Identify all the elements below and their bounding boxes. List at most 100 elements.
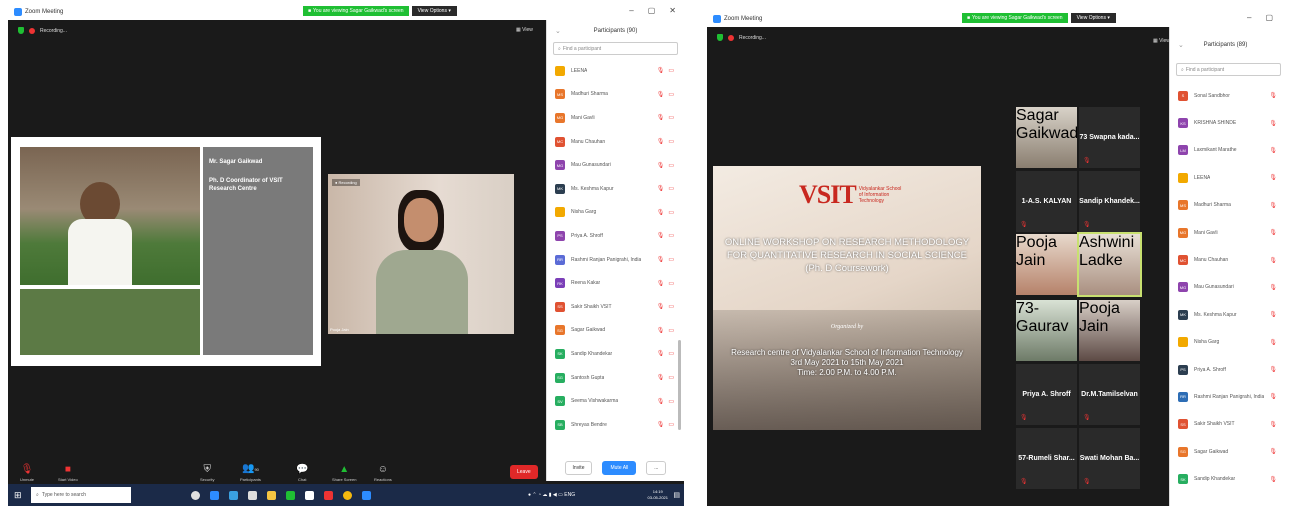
participant-row[interactable]: MS Madhuri Sharma 🎙 ▭ bbox=[547, 83, 684, 107]
mic-muted-icon: 🎙 bbox=[1269, 147, 1277, 154]
leave-button[interactable]: Leave bbox=[510, 465, 538, 479]
taskbar-search[interactable]: ⌕ Type here to search bbox=[31, 487, 131, 503]
view-button[interactable]: ▦ View bbox=[1153, 38, 1170, 44]
participant-row[interactable]: SK Sandip Khandekar 🎙 ▭ bbox=[547, 342, 684, 366]
close-icon[interactable]: ✕ bbox=[669, 6, 676, 15]
participant-name: Priya A. Shroff bbox=[1194, 366, 1226, 373]
task-view-icon[interactable] bbox=[191, 490, 200, 500]
participant-row[interactable]: KS KRISHNA SHINDE 🎙 bbox=[1170, 109, 1281, 136]
mic-muted-icon: 🎙 bbox=[656, 304, 665, 311]
mic-muted-icon: 🎙 bbox=[1020, 222, 1028, 228]
participant-row[interactable]: Nisha Garg 🎙 ▭ bbox=[547, 201, 684, 225]
search-icon: ⌕ bbox=[558, 45, 561, 52]
participant-row[interactable]: SB Shreyas Bendre 🎙 ▭ bbox=[547, 413, 684, 437]
participant-name: Sakir Shaikh VSIT bbox=[1194, 421, 1235, 428]
notification-icon[interactable]: ▤ bbox=[673, 491, 680, 499]
windows-start-icon[interactable]: ⊞ bbox=[14, 490, 22, 501]
participant-row[interactable]: MK Ms. Keshma Kapur 🎙 bbox=[1170, 301, 1281, 328]
edge-icon[interactable] bbox=[210, 490, 219, 500]
unmute-button[interactable]: 🎙 Unmute bbox=[20, 465, 34, 483]
participant-row[interactable]: SS Sakir Shaikh VSIT 🎙 ▭ bbox=[547, 295, 684, 319]
search-input[interactable]: ⌕ Find a participant bbox=[1176, 63, 1281, 76]
start-video-button[interactable]: ■ Start Video bbox=[58, 465, 78, 483]
mute-all-button[interactable]: Mute All bbox=[602, 461, 637, 475]
participant-row[interactable]: Nisha Garg 🎙 bbox=[1170, 329, 1281, 356]
maximize-icon[interactable]: ▢ bbox=[648, 6, 656, 15]
security-button[interactable]: ⛨ Security bbox=[200, 465, 214, 483]
avatar: MS bbox=[555, 89, 565, 100]
recording-indicator: Recording... bbox=[717, 34, 766, 41]
share-screen-button[interactable]: ▲ Share Screen bbox=[332, 465, 356, 483]
avatar bbox=[555, 65, 565, 76]
view-options-button[interactable]: View Options ▾ bbox=[1070, 13, 1116, 23]
avatar: SK bbox=[1178, 474, 1188, 485]
mic-muted-icon: 🎙 bbox=[656, 209, 665, 216]
participant-row[interactable]: RR Rashmi Ranjan Panigrahi, India 🎙 bbox=[1170, 383, 1281, 410]
reactions-button[interactable]: ☺ Reactions bbox=[374, 465, 392, 483]
participant-row[interactable]: MG Mau Gunasundari 🎙 bbox=[1170, 274, 1281, 301]
minimize-icon[interactable]: – bbox=[1247, 13, 1251, 22]
app-icon[interactable] bbox=[324, 490, 333, 500]
invite-button[interactable]: Invite bbox=[564, 461, 593, 475]
participant-name: Nisha Garg bbox=[1194, 339, 1220, 346]
participant-row[interactable]: LEENA 🎙 bbox=[1170, 164, 1281, 191]
slide-time: Time: 2.00 P.M. to 4.00 P.M. bbox=[797, 368, 897, 377]
participant-row[interactable]: S Sonal Sandbhor 🎙 bbox=[1170, 82, 1281, 109]
participant-name: Rashmi Ranjan Panigrahi, India bbox=[571, 256, 641, 263]
avatar: SG bbox=[1178, 446, 1188, 457]
collapse-icon[interactable]: ⌄ bbox=[555, 27, 561, 35]
participant-row[interactable]: SV Seema Vishwakarma 🎙 ▭ bbox=[547, 389, 684, 413]
more-button[interactable]: ... bbox=[646, 461, 667, 475]
participant-row[interactable]: SS Sakir Shaikh VSIT 🎙 bbox=[1170, 411, 1281, 438]
participant-row[interactable]: SG Sagar Gaikwad 🎙 bbox=[1170, 438, 1281, 465]
participant-row[interactable]: LM Laxmikant Marathe 🎙 bbox=[1170, 137, 1281, 164]
search-input[interactable]: ⌕ Find a participant bbox=[553, 42, 678, 55]
chat-button[interactable]: 💬 Chat bbox=[296, 464, 309, 483]
view-button[interactable]: ▦ View bbox=[516, 27, 533, 33]
shared-screen: Mr. Sagar Gaikwad Ph. D Coordinator of V… bbox=[11, 137, 321, 366]
video-off-icon: ▭ bbox=[668, 351, 674, 358]
participants-button[interactable]: 👥90 Participants bbox=[240, 464, 261, 483]
mic-muted-icon: 🎙 bbox=[656, 91, 665, 98]
participant-name: Sonal Sandbhor bbox=[1194, 92, 1230, 99]
participant-row[interactable]: LEENA 🎙 ▭ bbox=[547, 59, 684, 83]
store-icon[interactable] bbox=[229, 490, 238, 500]
maximize-icon[interactable]: ▢ bbox=[1265, 13, 1273, 22]
excel-icon[interactable] bbox=[286, 490, 295, 500]
minimize-icon[interactable]: – bbox=[629, 6, 633, 15]
zoom-icon[interactable] bbox=[362, 490, 371, 500]
zoom-logo-icon bbox=[14, 7, 22, 16]
mic-muted-icon: 🎙 bbox=[1020, 415, 1028, 421]
app-icon[interactable] bbox=[248, 490, 257, 500]
search-icon: ⌕ bbox=[36, 492, 39, 498]
folder-icon[interactable] bbox=[267, 490, 276, 500]
slide-line-2: FOR QUANTITATIVE RESEARCH IN SOCIAL SCIE… bbox=[727, 250, 967, 261]
participant-row[interactable]: MS Madhuri Sharma 🎙 bbox=[1170, 192, 1281, 219]
participant-row[interactable]: RR Rashmi Ranjan Panigrahi, India 🎙 ▭ bbox=[547, 248, 684, 272]
participant-row[interactable]: PS Priya A. Shroff 🎙 ▭ bbox=[547, 224, 684, 248]
participant-row[interactable]: MG Mau Gunasundari 🎙 ▭ bbox=[547, 153, 684, 177]
avatar: KS bbox=[1178, 118, 1188, 129]
chat-icon: 💬 bbox=[296, 464, 309, 475]
participant-row[interactable]: MK Ms. Keshma Kapur 🎙 ▭ bbox=[547, 177, 684, 201]
participant-row[interactable]: PS Priya A. Shroff 🎙 bbox=[1170, 356, 1281, 383]
mic-muted-icon: 🎙 bbox=[656, 280, 665, 287]
participant-row[interactable]: RK Reena Kakar 🎙 ▭ bbox=[547, 271, 684, 295]
collapse-icon[interactable]: ⌄ bbox=[1178, 41, 1184, 49]
scrollbar[interactable] bbox=[678, 340, 681, 430]
participant-row[interactable]: SG Santosh Gupta 🎙 ▭ bbox=[547, 366, 684, 390]
participant-name: KRISHNA SHINDE bbox=[1194, 120, 1237, 127]
participant-row[interactable]: SK Sandip Khandekar 🎙 bbox=[1170, 465, 1281, 492]
participant-row[interactable]: MC Manu Chauhan 🎙 bbox=[1170, 246, 1281, 273]
participant-row[interactable]: MC Manu Chauhan 🎙 ▭ bbox=[547, 130, 684, 154]
app-title: Zoom Meeting bbox=[724, 15, 763, 22]
system-tray-icons[interactable]: ● ⌃ ◔ ☁ ▮ ◀ ▭ ENG bbox=[528, 492, 575, 498]
participant-row[interactable]: MG Mani Gavli 🎙 bbox=[1170, 219, 1281, 246]
chrome-icon[interactable] bbox=[343, 490, 352, 500]
view-options-button[interactable]: View Options ▾ bbox=[411, 6, 457, 16]
app-icon[interactable] bbox=[305, 490, 314, 500]
participant-row[interactable]: SG Sagar Gaikwad 🎙 ▭ bbox=[547, 319, 684, 343]
participant-row[interactable]: MG Mani Gavli 🎙 ▭ bbox=[547, 106, 684, 130]
shield-icon: ■ bbox=[308, 8, 312, 14]
participant-tile: Priya A. Shroff 🎙 bbox=[1016, 364, 1077, 425]
